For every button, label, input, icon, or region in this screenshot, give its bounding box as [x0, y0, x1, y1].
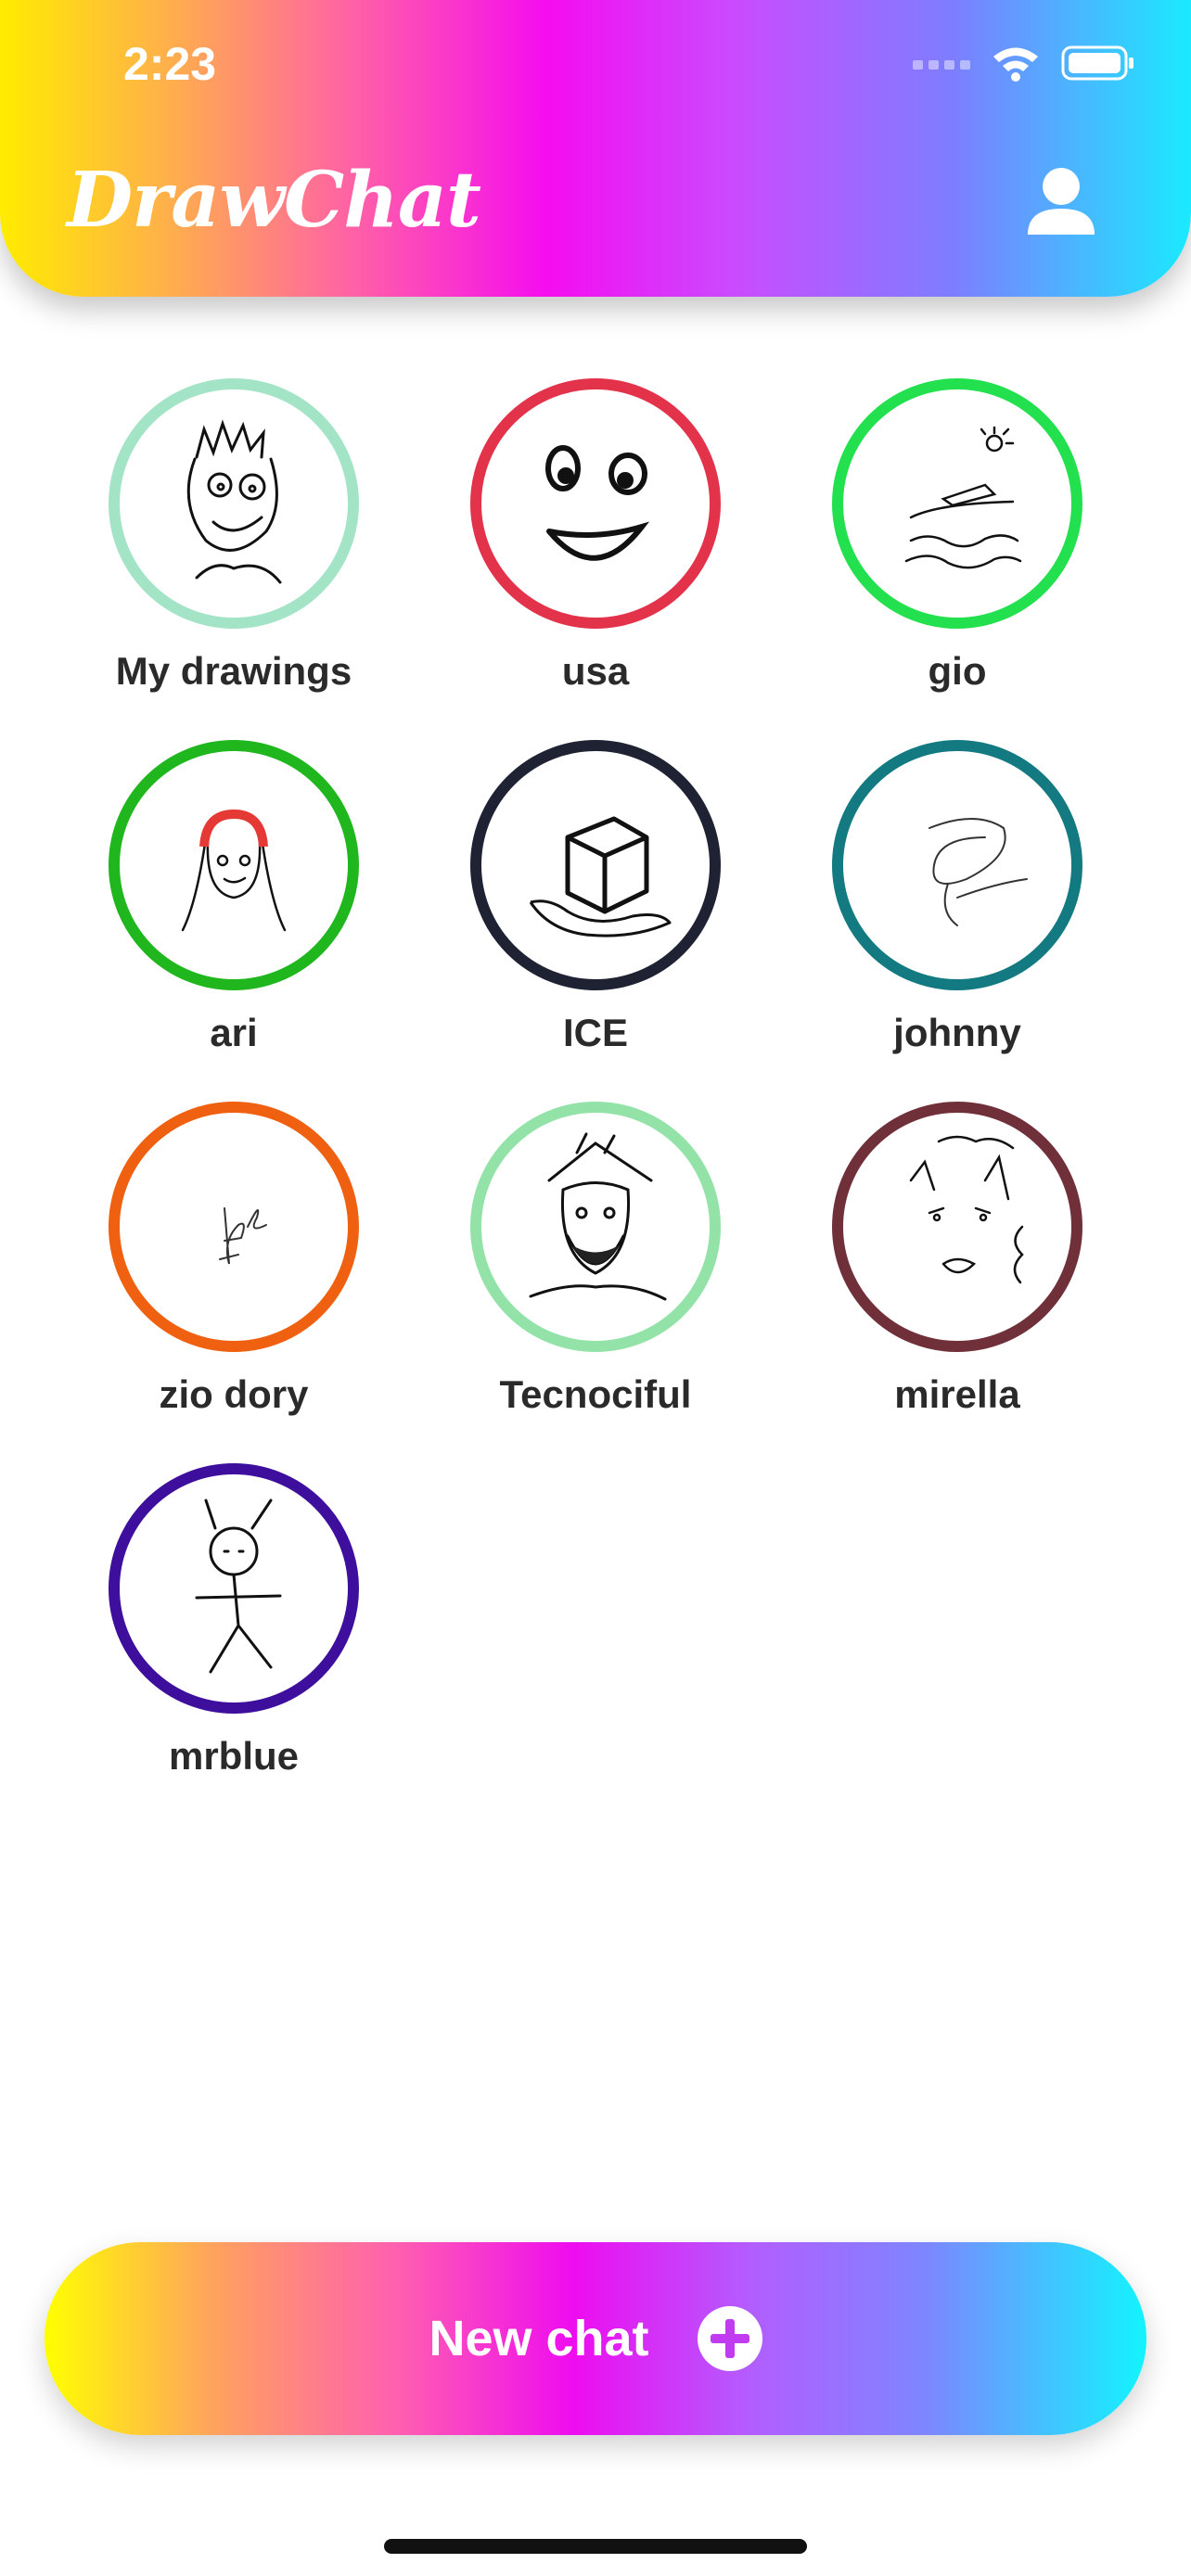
- drawing-bearded-man-icon: [529, 1132, 667, 1301]
- contact-zio-dory[interactable]: zio dory: [53, 1102, 415, 1417]
- contact-ari[interactable]: ari: [53, 740, 415, 1055]
- app-title: DrawChat: [67, 156, 481, 245]
- contact-ice[interactable]: ICE: [415, 740, 776, 1055]
- contact-name: johnny: [893, 1011, 1021, 1054]
- battery-icon: [1061, 45, 1133, 81]
- drawing-stick-figure-icon: [195, 1498, 282, 1674]
- avatar: [109, 378, 359, 629]
- wifi-icon: [993, 47, 1038, 82]
- contact-name: usa: [561, 649, 630, 693]
- profile-button[interactable]: [1022, 162, 1100, 240]
- signal-icon: [913, 60, 970, 70]
- home-indicator[interactable]: [384, 2539, 807, 2554]
- avatar: [109, 740, 359, 990]
- contact-name: ICE: [562, 1011, 628, 1054]
- status-time: 2:23: [123, 38, 217, 90]
- contact-mrblue[interactable]: mrblue: [53, 1463, 415, 1779]
- new-chat-button[interactable]: New chat: [45, 2242, 1146, 2435]
- drawing-signature-icon: [219, 1207, 267, 1265]
- avatar: [109, 1102, 359, 1352]
- drawing-boat-icon: [904, 426, 1022, 569]
- avatar: [832, 378, 1082, 629]
- app-header: 2:23 DrawChat: [0, 0, 1191, 297]
- avatar: [470, 740, 721, 990]
- contact-name: mrblue: [168, 1734, 300, 1778]
- person-icon: [1028, 168, 1095, 235]
- avatar: [109, 1463, 359, 1714]
- contact-name: mirella: [894, 1372, 1020, 1416]
- contact-gio[interactable]: gio: [776, 378, 1138, 694]
- drawing-girl-icon: [181, 809, 287, 932]
- contact-name: gio: [928, 649, 987, 693]
- contact-name: Tecnociful: [499, 1372, 692, 1416]
- status-icons: [913, 45, 1135, 82]
- avatar: [832, 740, 1082, 990]
- avatar: [470, 1102, 721, 1352]
- drawing-woman-icon: [909, 1135, 1024, 1284]
- contacts-grid: My drawings usa gio ari ICE johnny zio d…: [0, 378, 1191, 1779]
- contact-my-drawings[interactable]: My drawings: [53, 378, 415, 694]
- avatar: [470, 378, 721, 629]
- contact-mirella[interactable]: mirella: [776, 1102, 1138, 1417]
- drawing-face-icon: [186, 419, 282, 584]
- avatar: [832, 1102, 1082, 1352]
- contact-name: My drawings: [115, 649, 352, 693]
- contact-johnny[interactable]: johnny: [776, 740, 1138, 1055]
- drawing-smiley-icon: [545, 445, 650, 561]
- drawing-scribble-icon: [928, 818, 1028, 926]
- contact-usa[interactable]: usa: [415, 378, 776, 694]
- contact-tecnociful[interactable]: Tecnociful: [415, 1102, 776, 1417]
- contact-name: zio dory: [159, 1372, 309, 1416]
- drawing-ice-cube-icon: [529, 816, 672, 937]
- contact-name: ari: [210, 1011, 258, 1054]
- new-chat-label: New chat: [429, 2311, 649, 2366]
- plus-circle-icon: [697, 2306, 762, 2371]
